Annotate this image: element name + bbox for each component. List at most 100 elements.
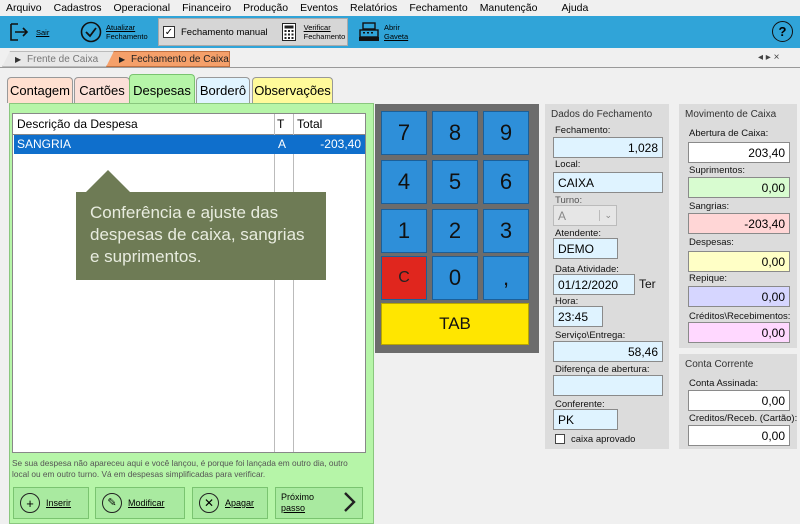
help-note: Se sua despesa não apareceu aqui e você …	[12, 458, 348, 479]
column-header-total[interactable]: Total	[297, 114, 361, 134]
key-tab[interactable]: TAB	[381, 303, 529, 345]
key-3[interactable]: 3	[483, 209, 529, 253]
turno-select[interactable]: A ⌄	[553, 205, 617, 226]
column-divider	[293, 114, 294, 452]
caixa-aprovado-label: caixa aprovado	[571, 434, 636, 445]
proximo-label-2: passo	[281, 503, 306, 513]
sangrias-label: Sangrias:	[689, 201, 730, 212]
tab-controls[interactable]: ◂ ▸ ×	[758, 52, 779, 63]
servico-entrega-field[interactable]: 58,46	[553, 341, 663, 362]
help-icon: ?	[778, 24, 787, 39]
key-1[interactable]: 1	[381, 209, 427, 253]
help-button[interactable]: ?	[772, 21, 793, 42]
key-0[interactable]: 0	[432, 256, 478, 300]
tab-contagem[interactable]: Contagem	[7, 77, 73, 103]
modificar-label: Modificar	[128, 498, 165, 508]
key-7[interactable]: 7	[381, 111, 427, 155]
document-tabs: ▶ Frente de Caixa ▶ Fechamento de Caixa …	[0, 48, 800, 68]
modificar-button[interactable]: ✎ Modificar	[95, 487, 185, 519]
diferenca-abertura-field[interactable]	[553, 375, 663, 396]
tab-fechamento-de-caixa[interactable]: ▶ Fechamento de Caixa	[106, 51, 230, 67]
column-header-t[interactable]: T	[277, 114, 293, 134]
manual-checkbox[interactable]: ✓	[163, 26, 175, 38]
tab-despesas-label: Despesas	[133, 82, 191, 98]
manual-label: Fechamento manual	[181, 26, 268, 38]
arrow-right-icon: ▶	[119, 54, 126, 64]
menu-eventos[interactable]: Eventos	[294, 2, 344, 14]
hora-field[interactable]: 23:45	[553, 306, 603, 327]
table-row[interactable]: SANGRIA A -203,40	[14, 135, 365, 154]
exit-icon	[8, 21, 30, 43]
menu-operacional[interactable]: Operacional	[107, 2, 176, 14]
sair-button[interactable]: Sair	[8, 16, 49, 48]
repique-field[interactable]: 0,00	[688, 286, 790, 307]
key-6[interactable]: 6	[483, 160, 529, 204]
atualizar-fechamento-button[interactable]: Atualizar Fechamento	[80, 16, 148, 48]
despesas-field[interactable]: 0,00	[688, 251, 790, 272]
tooltip: Conferência e ajuste das despesas de cai…	[76, 192, 326, 280]
menu-financeiro[interactable]: Financeiro	[176, 2, 237, 14]
tab-bordero[interactable]: Borderô	[196, 77, 250, 103]
sair-label: Sair	[36, 27, 50, 37]
caixa-aprovado-checkbox[interactable]	[555, 434, 565, 444]
tab-bordero-label: Borderô	[199, 83, 247, 98]
tab-contagem-label: Contagem	[10, 83, 70, 98]
menu-fechamento[interactable]: Fechamento	[403, 2, 473, 14]
x-circle-icon: ✕	[199, 493, 219, 513]
tab-observacoes[interactable]: Observações	[252, 77, 333, 103]
atendente-field[interactable]: DEMO	[553, 238, 618, 259]
key-2[interactable]: 2	[432, 209, 478, 253]
menu-cadastros[interactable]: Cadastros	[48, 2, 108, 14]
local-field[interactable]: CAIXA	[553, 172, 663, 193]
key-4[interactable]: 4	[381, 160, 427, 204]
dia-semana: Ter	[639, 277, 656, 291]
conta-assinada-label: Conta Assinada:	[689, 378, 759, 389]
despesas-label: Despesas:	[689, 237, 734, 248]
key-8[interactable]: 8	[432, 111, 478, 155]
sangrias-field[interactable]: -203,40	[688, 213, 790, 234]
key-clear[interactable]: C	[381, 256, 427, 300]
menu-producao[interactable]: Produção	[237, 2, 294, 14]
atualizar-label-2: Fechamento	[106, 32, 148, 41]
key-9[interactable]: 9	[483, 111, 529, 155]
column-divider	[274, 114, 275, 452]
suprimentos-field[interactable]: 0,00	[688, 177, 790, 198]
conferente-field[interactable]: PK	[553, 409, 618, 430]
abertura-field[interactable]: 203,40	[688, 142, 790, 163]
menu-bar: Arquivo Cadastros Operacional Financeiro…	[0, 0, 800, 16]
servico-entrega-label: Serviço\Entrega:	[555, 330, 626, 341]
menu-relatorios[interactable]: Relatórios	[344, 2, 403, 14]
tab-despesas[interactable]: Despesas	[129, 74, 195, 105]
key-comma[interactable]: ,	[483, 256, 529, 300]
proximo-passo-button[interactable]: Próximo passo	[275, 487, 363, 519]
tab-observacoes-label: Observações	[254, 83, 331, 98]
local-label: Local:	[555, 159, 581, 170]
menu-arquivo[interactable]: Arquivo	[0, 2, 48, 14]
key-5[interactable]: 5	[432, 160, 478, 204]
gaveta-label-1: Abrir	[384, 23, 400, 32]
creditos-cartao-field[interactable]: 0,00	[688, 425, 790, 446]
apagar-button[interactable]: ✕ Apagar	[192, 487, 268, 519]
fechamento-manual-toggle[interactable]: ✓ Fechamento manual Verificar Fechamento	[158, 18, 348, 46]
column-header-descricao[interactable]: Descrição da Despesa	[17, 114, 273, 134]
tooltip-arrow	[85, 170, 131, 193]
abrir-gaveta-button[interactable]: Abrir Gaveta	[358, 16, 408, 48]
verificar-fechamento-button[interactable]: Verificar Fechamento	[304, 23, 346, 41]
menu-manutencao[interactable]: Manutenção	[474, 2, 544, 14]
conta-assinada-field[interactable]: 0,00	[688, 390, 790, 411]
tab-frente-de-caixa[interactable]: ▶ Frente de Caixa	[2, 51, 114, 67]
data-atividade-field[interactable]: 01/12/2020	[553, 274, 635, 295]
pencil-circle-icon: ✎	[102, 493, 122, 513]
turno-value: A	[558, 208, 567, 223]
tab-cartoes[interactable]: Cartões	[74, 77, 130, 103]
cash-register-icon	[358, 21, 380, 43]
suprimentos-label: Suprimentos:	[689, 165, 745, 176]
inserir-button[interactable]: + Inserir	[13, 487, 89, 519]
creditos-recebimentos-field[interactable]: 0,00	[688, 322, 790, 343]
fechamento-field[interactable]: 1,028	[553, 137, 663, 158]
menu-ajuda[interactable]: Ajuda	[555, 2, 594, 14]
despesas-grid[interactable]: Descrição da Despesa T Total SANGRIA A -…	[12, 113, 366, 453]
abertura-label: Abertura de Caixa:	[689, 128, 769, 139]
dados-fechamento-title: Dados do Fechamento	[551, 109, 653, 120]
tab-frente-label: Frente de Caixa	[27, 53, 99, 65]
